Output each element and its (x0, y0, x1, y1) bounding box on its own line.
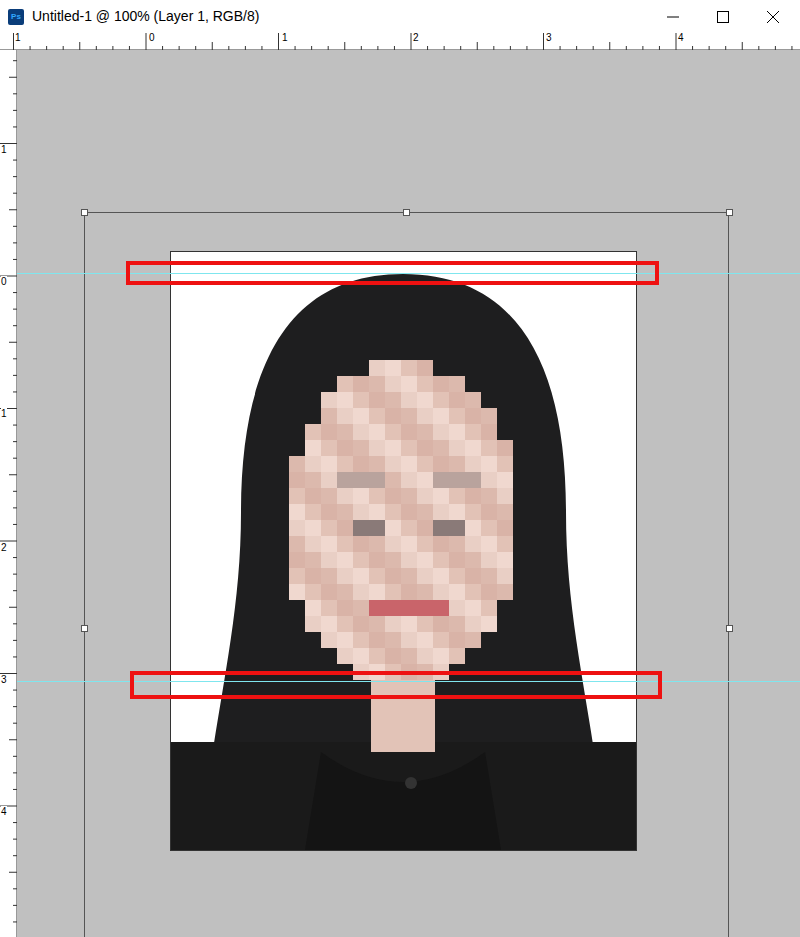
canvas-area[interactable] (17, 50, 800, 937)
photoshop-window: Ps Untitled-1 @ 100% (Layer 1, RGB/8) 1 0 1 2… (0, 0, 800, 937)
title-bar[interactable]: Ps Untitled-1 @ 100% (Layer 1, RGB/8) (0, 0, 800, 33)
ruler-label: 4 (1, 806, 7, 818)
ruler-label: 0 (148, 32, 156, 44)
transform-handle[interactable] (81, 625, 88, 632)
ruler-label: 1 (1, 408, 7, 420)
transform-handle[interactable] (403, 209, 410, 216)
guide-line[interactable] (17, 273, 800, 274)
ruler-label: 2 (1, 542, 7, 554)
window-title: Untitled-1 @ 100% (Layer 1, RGB/8) (32, 6, 259, 27)
vertical-ruler[interactable]: 1 0 1 2 3 4 (0, 50, 17, 937)
horizontal-ruler[interactable]: 1 0 1 2 3 4 (0, 33, 800, 50)
ruler-label: 3 (545, 32, 553, 44)
maximize-button[interactable] (698, 0, 748, 33)
ruler-label: 3 (1, 674, 7, 686)
highlight-box (126, 261, 659, 285)
guide-line[interactable] (17, 681, 800, 682)
transform-box[interactable] (84, 212, 729, 937)
transform-handle[interactable] (81, 209, 88, 216)
highlight-box (130, 671, 662, 699)
ruler-label: 4 (677, 32, 685, 44)
close-button[interactable] (748, 0, 798, 33)
transform-handle[interactable] (726, 625, 733, 632)
minimize-icon (667, 11, 679, 23)
portrait-photo (171, 252, 636, 850)
ruler-label: 1 (281, 32, 289, 44)
ruler-ticks-icon (0, 50, 17, 937)
ruler-label: 2 (412, 32, 420, 44)
ruler-label: 1 (14, 32, 22, 44)
close-icon (767, 11, 779, 23)
ruler-label: 0 (1, 276, 7, 288)
transform-handle[interactable] (726, 209, 733, 216)
maximize-icon (717, 11, 729, 23)
document-photo[interactable] (170, 251, 637, 851)
ruler-label: 1 (1, 144, 7, 156)
ps-app-icon: Ps (8, 9, 24, 25)
minimize-button[interactable] (648, 0, 698, 33)
